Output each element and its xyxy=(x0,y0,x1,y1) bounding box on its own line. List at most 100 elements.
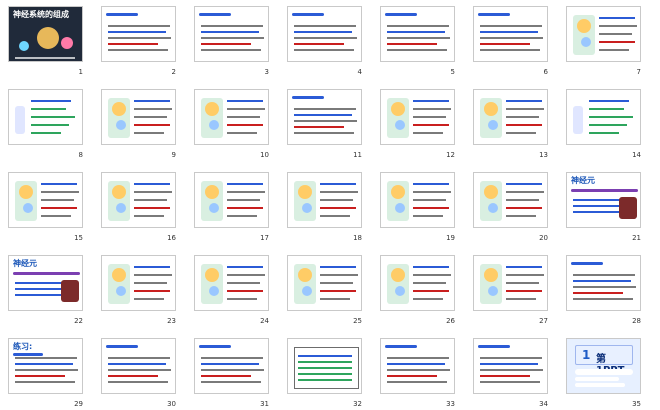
slide-text-line xyxy=(134,298,164,300)
slide-thumbnail[interactable] xyxy=(8,172,83,228)
slide-text-line xyxy=(599,49,629,51)
slide-thumbnail[interactable] xyxy=(194,255,269,311)
slide-thumbnail[interactable] xyxy=(380,338,455,394)
slide-thumbnail[interactable] xyxy=(473,6,548,62)
slide-text-line xyxy=(413,290,449,292)
slide-number: 27 xyxy=(539,317,548,325)
slide-thumbnail[interactable] xyxy=(473,172,548,228)
slide-number: 10 xyxy=(260,151,269,159)
slide-thumbnail[interactable]: 神经元 xyxy=(566,172,641,228)
slide-thumbnail[interactable] xyxy=(101,172,176,228)
slide-number: 28 xyxy=(632,317,641,325)
slide-text-line xyxy=(506,199,539,201)
slide-thumbnail[interactable]: 神经元 xyxy=(8,255,83,311)
slide-thumbnail[interactable]: 神经系统的组成 xyxy=(8,6,83,62)
slide-thumbnail[interactable] xyxy=(287,172,362,228)
slide-text-line xyxy=(294,31,352,33)
diagram-node xyxy=(112,102,126,116)
neuron-image xyxy=(619,197,637,219)
slide-text-line xyxy=(413,132,443,134)
slide-thumbnail[interactable] xyxy=(473,89,548,145)
slide-thumbnail[interactable] xyxy=(8,89,83,145)
slide-text-line xyxy=(320,290,356,292)
slide-thumbnail[interactable] xyxy=(101,255,176,311)
slide-text-line xyxy=(31,100,71,102)
title-accent xyxy=(385,13,417,16)
slide-thumbnail[interactable] xyxy=(473,255,548,311)
slide-text-line xyxy=(320,274,358,276)
slide-thumbnail[interactable] xyxy=(380,6,455,62)
diagram-node xyxy=(395,203,405,213)
slide-text-line xyxy=(41,183,77,185)
slide-text-line xyxy=(134,116,167,118)
slide-text-line xyxy=(480,37,543,39)
slide-text-line xyxy=(480,43,530,45)
title-accent xyxy=(199,345,231,348)
slide-thumbnail[interactable] xyxy=(194,338,269,394)
logo-badge: 1第1PPT xyxy=(575,345,633,376)
slide-thumbnail[interactable] xyxy=(380,255,455,311)
diagram-node xyxy=(298,268,312,282)
slide-text-line xyxy=(298,355,352,357)
slide-text-line xyxy=(227,207,263,209)
slide-text-line xyxy=(387,363,445,365)
slide-thumbnail[interactable] xyxy=(566,255,641,311)
slide-text-line xyxy=(31,124,69,126)
slide-text-line xyxy=(294,108,356,110)
diagram-node xyxy=(205,102,219,116)
diagram-node xyxy=(391,268,405,282)
diagram-node xyxy=(302,286,312,296)
slide-thumbnail[interactable] xyxy=(380,172,455,228)
slide-text-line xyxy=(480,25,542,27)
slide-text-line xyxy=(506,274,544,276)
slide-thumbnail[interactable] xyxy=(473,338,548,394)
slide-text-line xyxy=(387,375,437,377)
title-accent xyxy=(478,345,510,348)
slide-text-line xyxy=(599,33,632,35)
slide-text-line xyxy=(320,207,356,209)
slide-text-line xyxy=(227,274,265,276)
slide-thumbnail[interactable] xyxy=(287,255,362,311)
slide-text-line xyxy=(201,369,264,371)
slide-text-line xyxy=(506,108,544,110)
diagram-node xyxy=(395,286,405,296)
slide-text-line xyxy=(134,215,164,217)
diagram-node xyxy=(116,286,126,296)
title-accent xyxy=(292,13,324,16)
slide-text-line xyxy=(480,49,540,51)
slide-text-line xyxy=(599,25,637,27)
slide-thumbnail[interactable]: 练习: xyxy=(8,338,83,394)
diagram-node xyxy=(484,185,498,199)
slide-text-line xyxy=(387,381,447,383)
slide-text-line xyxy=(506,298,536,300)
slide-text-line xyxy=(480,369,543,371)
slide-thumbnail[interactable] xyxy=(287,338,362,394)
slide-text-line xyxy=(294,114,352,116)
slide-thumbnail[interactable] xyxy=(380,89,455,145)
slide-text-line xyxy=(506,207,542,209)
slide-thumbnail[interactable] xyxy=(101,338,176,394)
slide-thumbnail[interactable]: 1第1PPT xyxy=(566,338,641,394)
slide-text-line xyxy=(15,357,77,359)
diagram-node xyxy=(19,185,33,199)
slide-text-line xyxy=(134,290,170,292)
slide-text-line xyxy=(108,49,168,51)
slide-thumbnail[interactable] xyxy=(287,89,362,145)
logo-bar xyxy=(575,383,625,387)
logo-bar xyxy=(575,377,619,381)
slide-text-line xyxy=(387,25,449,27)
slide-thumbnail[interactable] xyxy=(101,89,176,145)
slide-thumbnail[interactable] xyxy=(101,6,176,62)
slide-text-line xyxy=(227,282,260,284)
slide-thumbnail[interactable] xyxy=(566,6,641,62)
slide-thumbnail[interactable] xyxy=(194,172,269,228)
slide-thumbnail[interactable] xyxy=(194,6,269,62)
slide-text-line xyxy=(506,282,539,284)
slide-thumbnail[interactable] xyxy=(287,6,362,62)
slide-text-line xyxy=(108,381,168,383)
slide-text-line xyxy=(201,381,261,383)
slide-thumbnail[interactable] xyxy=(194,89,269,145)
slide-number: 31 xyxy=(260,400,269,408)
slide-thumbnail[interactable] xyxy=(566,89,641,145)
slide-text-line xyxy=(227,298,257,300)
